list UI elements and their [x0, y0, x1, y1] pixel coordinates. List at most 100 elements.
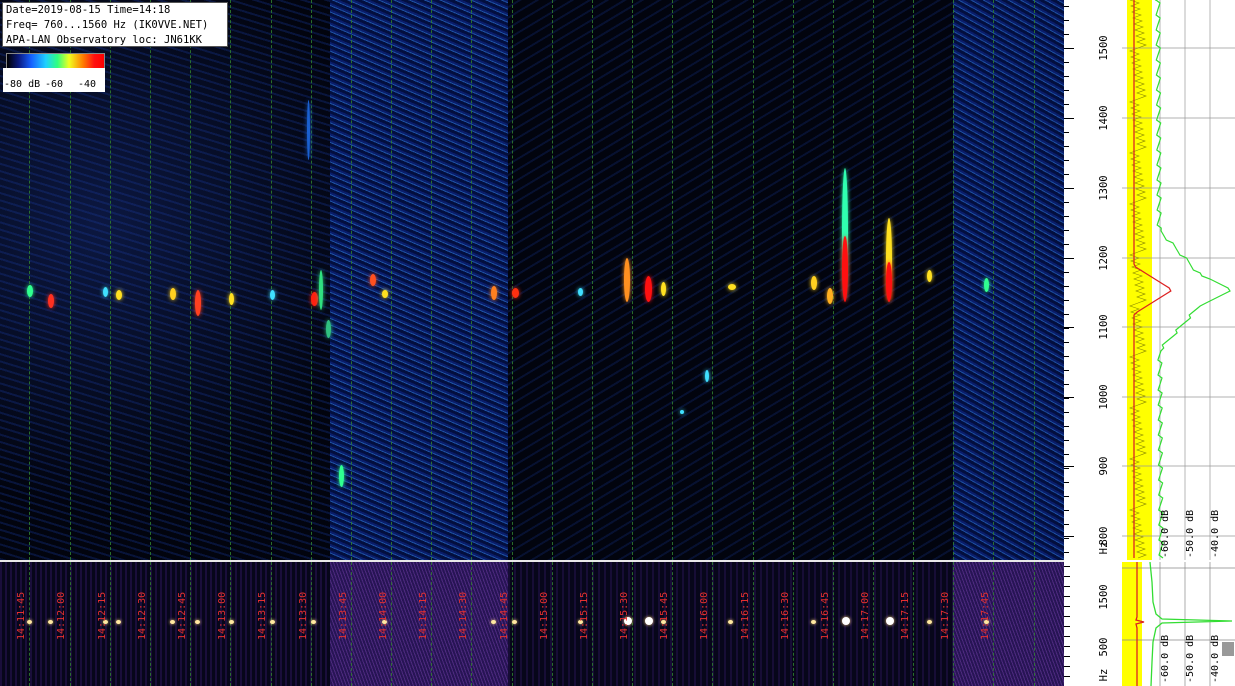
frequency-minor-tick — [1064, 244, 1069, 245]
time-label: 14:16:15 — [740, 591, 751, 640]
meteor-echo — [229, 293, 234, 305]
info-observatory: APA-LAN Observatory loc: JN61KK — [6, 34, 202, 46]
meteor-echo — [382, 290, 388, 298]
time-label: 14:12:00 — [56, 591, 67, 640]
time-label: 14:11:45 — [16, 591, 27, 640]
frequency-label: 1400 — [1098, 105, 1110, 131]
frequency-minor-tick — [1064, 676, 1070, 677]
meteor-echo — [103, 287, 108, 297]
meteor-echo — [624, 258, 630, 302]
time-gridline — [552, 0, 553, 560]
frequency-minor-tick — [1064, 104, 1069, 105]
time-gridline — [672, 562, 673, 686]
frequency-label: 900 — [1098, 456, 1110, 476]
color-scale-labels: -80 dB -60 -40 — [3, 68, 105, 92]
meteor-echo-compressed — [645, 617, 653, 625]
time-gridline — [953, 0, 954, 560]
time-gridline — [311, 562, 312, 686]
noise-band-dense — [330, 0, 508, 560]
meteor-echo-compressed — [116, 620, 121, 624]
time-gridline — [512, 562, 513, 686]
time-gridline — [230, 562, 231, 686]
frequency-unit: Hz — [1098, 541, 1110, 555]
meteor-echo — [811, 276, 817, 290]
time-gridline — [431, 0, 432, 560]
meteor-echo — [195, 290, 201, 316]
frequency-minor-tick — [1064, 342, 1069, 343]
meteor-echo-compressed — [842, 617, 850, 625]
meteor-echo-compressed — [311, 620, 316, 624]
time-gridline — [592, 0, 593, 560]
spectrum-db-label: -50.0 dB — [1185, 509, 1196, 558]
frequency-minor-tick — [1064, 586, 1070, 587]
noise-band — [508, 562, 953, 686]
frequency-tick — [1064, 466, 1074, 467]
frequency-minor-tick — [1064, 146, 1069, 147]
time-gridline — [913, 562, 914, 686]
time-gridline — [672, 0, 673, 560]
meteor-echo-compressed — [927, 620, 932, 624]
time-gridline — [110, 0, 111, 560]
frequency-minor-tick — [1064, 202, 1069, 203]
info-box: Date=2019-08-15 Time=14:18 Freq= 760...1… — [2, 2, 228, 47]
time-label: 14:16:30 — [780, 591, 791, 640]
frequency-minor-tick — [1064, 524, 1069, 525]
time-gridline — [351, 0, 352, 560]
frequency-minor-tick — [1064, 636, 1070, 637]
meteor-echo — [370, 274, 376, 286]
frequency-minor-tick — [1064, 616, 1070, 617]
time-gridline — [471, 0, 472, 560]
spectrum-plot: -60.0 dB -50.0 dB -40.0 dB — [1122, 0, 1235, 560]
info-frequency: Freq= 760...1560 Hz (IK0VVE.NET) — [6, 19, 209, 31]
frequency-minor-tick — [1064, 552, 1069, 553]
meteor-echo — [270, 290, 275, 300]
frequency-label: 1000 — [1098, 384, 1110, 410]
time-gridline — [512, 0, 513, 560]
time-label: 14:17:30 — [940, 591, 951, 640]
frequency-minor-tick — [1064, 258, 1069, 259]
meteor-echo — [512, 288, 519, 298]
time-label: 14:17:45 — [980, 591, 991, 640]
frequency-minor-tick — [1064, 230, 1069, 231]
time-label: 14:13:30 — [298, 591, 309, 640]
bottom-db-label: -40.0 dB — [1210, 634, 1221, 683]
meteor-echo — [27, 285, 33, 297]
frequency-minor-tick — [1064, 76, 1069, 77]
time-gridline — [391, 0, 392, 560]
frequency-minor-tick — [1064, 118, 1069, 119]
frequency-minor-tick — [1064, 132, 1069, 133]
time-gridline — [592, 562, 593, 686]
frequency-minor-tick — [1064, 62, 1069, 63]
frequency-minor-tick — [1064, 160, 1069, 161]
time-label: 14:14:30 — [458, 591, 469, 640]
meteor-echo — [116, 290, 122, 300]
frequency-minor-tick — [1064, 606, 1070, 607]
meteor-echo-compressed — [270, 620, 275, 624]
time-gridline — [993, 562, 994, 686]
frequency-minor-tick — [1064, 188, 1069, 189]
frequency-axis-bottom: 1500 500 Hz — [1064, 562, 1122, 686]
frequency-minor-tick — [1064, 626, 1070, 627]
time-label: 14:17:15 — [900, 591, 911, 640]
frequency-label: 1500 — [1098, 35, 1110, 61]
meteor-echo-compressed — [811, 620, 816, 624]
meteor-echo-compressed — [728, 620, 733, 624]
time-label: 14:14:00 — [378, 591, 389, 640]
time-gridline — [873, 562, 874, 686]
frequency-minor-tick — [1064, 314, 1069, 315]
spectrum-average-band — [1127, 0, 1152, 560]
frequency-minor-tick — [1064, 398, 1069, 399]
meteor-echo — [311, 292, 318, 306]
time-label: 14:12:30 — [137, 591, 148, 640]
time-gridline — [712, 562, 713, 686]
frequency-minor-tick — [1064, 174, 1069, 175]
frequency-tick — [1064, 536, 1074, 537]
time-gridline — [552, 562, 553, 686]
meteor-echo — [319, 270, 323, 310]
meteor-echo-compressed — [512, 620, 517, 624]
frequency-minor-tick — [1064, 576, 1070, 577]
frequency-minor-tick — [1064, 496, 1069, 497]
time-label: 14:13:15 — [257, 591, 268, 640]
time-label: 14:14:45 — [499, 591, 510, 640]
spectrum-peak-trace — [1155, 0, 1231, 559]
